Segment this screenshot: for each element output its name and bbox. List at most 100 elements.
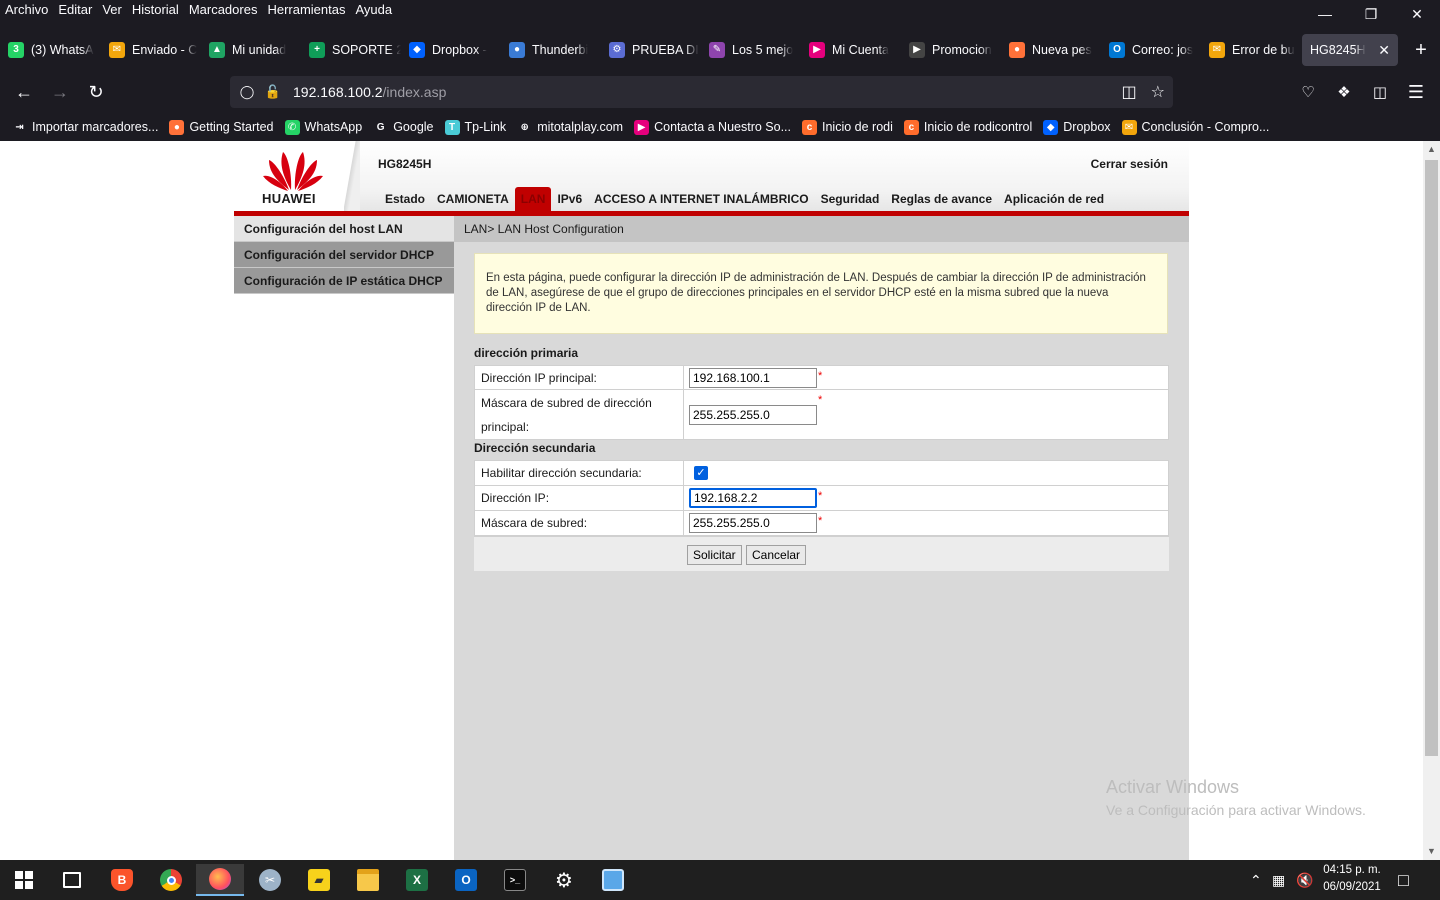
firefox-icon[interactable] xyxy=(196,864,244,896)
menu-herramientas[interactable]: Herramientas xyxy=(262,0,350,19)
bookmark-item[interactable]: ◆ Dropbox xyxy=(1043,119,1111,135)
translate-icon[interactable]: ◫ xyxy=(1122,82,1137,102)
side-nav-item[interactable]: Configuración del host LAN xyxy=(234,216,454,242)
network-icon[interactable]: ▦ xyxy=(1272,860,1285,900)
primary-ip-label: Dirección IP principal: xyxy=(475,366,684,389)
browser-tab[interactable]: ✎ Los 5 mejo xyxy=(709,34,801,66)
snipping-tool-icon[interactable]: ✂ xyxy=(246,864,294,896)
browser-tab[interactable]: + SOPORTE 2 xyxy=(309,34,401,66)
browser-tab[interactable]: ● Nueva pes xyxy=(1009,34,1101,66)
tab-label: PRUEBA DI xyxy=(632,43,699,57)
menu-marcadores[interactable]: Marcadores xyxy=(184,0,263,19)
primary-ip-input[interactable] xyxy=(689,367,817,388)
menu-historial[interactable]: Historial xyxy=(127,0,184,19)
address-bar[interactable]: ◯ 🔓 192.168.100.2/index.asp ◫ ☆ xyxy=(230,76,1173,108)
bookmark-item[interactable]: T Tp-Link xyxy=(444,119,506,135)
scroll-up-icon[interactable]: ▲ xyxy=(1423,141,1440,158)
enable-secondary-checkbox[interactable]: ✓ xyxy=(694,466,708,480)
forward-icon[interactable]: → xyxy=(46,78,74,106)
side-nav-item[interactable]: Configuración de IP estática DHCP xyxy=(234,268,454,294)
file-explorer-icon[interactable] xyxy=(344,864,392,896)
bookmark-item[interactable]: G Google xyxy=(373,120,434,135)
router-nav-seguridad[interactable]: Seguridad xyxy=(815,187,886,211)
bookmark-item[interactable]: ▶ Contacta a Nuestro So... xyxy=(634,119,791,135)
menu-archivo[interactable]: Archivo xyxy=(0,0,53,19)
browser-tab[interactable]: ▲ Mi unidad xyxy=(209,34,301,66)
browser-chrome: Archivo Editar Ver Historial Marcadores Herra… xyxy=(0,0,1440,141)
bookmark-item[interactable]: c Inicio de rodicontrol xyxy=(903,119,1032,135)
translator-extension-icon[interactable]: ◫ xyxy=(1366,78,1394,106)
tracking-protection-icon[interactable]: ◯ xyxy=(239,84,255,100)
control-panel-icon[interactable] xyxy=(589,864,637,896)
system-clock[interactable]: 04:15 p. m. 06/09/2021 xyxy=(1316,862,1388,896)
sticky-notes-icon[interactable]: ▰ xyxy=(295,864,343,896)
bookmark-item[interactable]: c Inicio de rodi xyxy=(802,119,893,135)
excel-icon[interactable]: X xyxy=(393,864,441,896)
hamburger-menu-icon[interactable]: ☰ xyxy=(1402,78,1430,106)
reload-icon[interactable]: ↻ xyxy=(82,78,110,106)
mail-icon: ✉ xyxy=(109,42,125,58)
navigation-bar: ← → ↻ ◯ 🔓 192.168.100.2/index.asp ◫ ☆ ♡ … xyxy=(0,72,1440,112)
activation-watermark-title: Activar Windows xyxy=(1106,777,1240,797)
bookmark-star-icon[interactable]: ☆ xyxy=(1151,82,1165,102)
scroll-down-icon[interactable]: ▼ xyxy=(1423,843,1440,860)
bookmark-item[interactable]: ✉ Conclusión - Compro... xyxy=(1121,119,1270,135)
secondary-ip-input[interactable] xyxy=(689,488,817,508)
start-button[interactable] xyxy=(0,864,48,896)
menu-ayuda[interactable]: Ayuda xyxy=(350,0,397,19)
secondary-mask-input[interactable] xyxy=(689,513,817,533)
bookmark-item[interactable]: ⊕ mitotalplay.com xyxy=(517,120,623,135)
router-nav-ipv6[interactable]: IPv6 xyxy=(551,187,588,211)
breadcrumb: LAN> LAN Host Configuration xyxy=(454,216,1189,242)
close-window-icon[interactable]: ✕ xyxy=(1394,0,1440,28)
pocket-icon[interactable]: ♡ xyxy=(1294,78,1322,106)
primary-address-heading: dirección primaria xyxy=(474,346,579,360)
restore-icon[interactable]: ❐ xyxy=(1348,0,1394,28)
apply-button[interactable]: Solicitar xyxy=(687,545,742,565)
logout-link[interactable]: Cerrar sesión xyxy=(1091,157,1168,171)
task-view-icon[interactable] xyxy=(48,864,96,896)
browser-tab[interactable]: O Correo: jos xyxy=(1109,34,1201,66)
scroll-thumb[interactable] xyxy=(1425,160,1438,756)
show-hidden-icons-icon[interactable]: ⌃ xyxy=(1250,860,1262,900)
back-icon[interactable]: ← xyxy=(10,78,38,106)
cancel-button[interactable]: Cancelar xyxy=(746,545,807,565)
browser-tab[interactable]: ▶ Promocion xyxy=(909,34,1001,66)
chrome-icon[interactable] xyxy=(147,864,195,896)
router-nav-camioneta[interactable]: CAMIONETA xyxy=(431,187,515,211)
brave-icon[interactable]: B xyxy=(98,864,146,896)
terminal-icon[interactable]: >_ xyxy=(491,864,539,896)
minimize-icon[interactable]: — xyxy=(1302,0,1348,28)
side-nav-item[interactable]: Configuración del servidor DHCP xyxy=(234,242,454,268)
insecure-lock-icon[interactable]: 🔓 xyxy=(265,84,281,100)
notifications-icon[interactable]: □ xyxy=(1398,860,1409,900)
browser-tab[interactable]: ▶ Mi Cuenta xyxy=(809,34,901,66)
outlook-icon[interactable]: O xyxy=(442,864,490,896)
bookmark-item[interactable]: ● Getting Started xyxy=(169,119,274,135)
browser-tab[interactable]: 3 (3) WhatsA xyxy=(8,34,100,66)
primary-address-table: Dirección IP principal: * Máscara de sub… xyxy=(474,365,1169,440)
settings-gear-icon[interactable]: ⚙ xyxy=(540,864,588,896)
browser-tab[interactable]: ✉ Error de bu xyxy=(1209,34,1301,66)
close-tab-icon[interactable]: ✕ xyxy=(1368,42,1390,59)
volume-muted-icon[interactable]: 🔇 xyxy=(1296,860,1313,900)
router-nav-reglas-de-avance[interactable]: Reglas de avance xyxy=(885,187,998,211)
browser-tab[interactable]: ● Thunderbi xyxy=(509,34,601,66)
bookmark-item[interactable]: ✆ WhatsApp xyxy=(284,119,362,135)
browser-tab-active[interactable]: HG8245H ✕ xyxy=(1302,34,1398,66)
browser-tab[interactable]: ◆ Dropbox - xyxy=(409,34,501,66)
menu-editar[interactable]: Editar xyxy=(53,0,97,19)
browser-tab[interactable]: ✉ Enviado - C xyxy=(109,34,201,66)
page-scrollbar[interactable]: ▲ ▼ xyxy=(1423,141,1440,860)
primary-mask-input[interactable] xyxy=(689,404,817,425)
router-nav-acceso-a-internet-inal-mbrico[interactable]: ACCESO A INTERNET INALÁMBRICO xyxy=(588,187,814,211)
router-nav-lan[interactable]: LAN xyxy=(514,187,552,211)
router-nav-aplicaci-n-de-red[interactable]: Aplicación de red xyxy=(998,187,1110,211)
bookmark-label: Conclusión - Compro... xyxy=(1141,120,1270,134)
menu-ver[interactable]: Ver xyxy=(97,0,127,19)
url-text[interactable]: 192.168.100.2/index.asp xyxy=(293,84,446,100)
extension-icon[interactable]: ❖ xyxy=(1330,78,1358,106)
browser-tab[interactable]: ⚙ PRUEBA DI xyxy=(609,34,701,66)
router-nav-estado[interactable]: Estado xyxy=(379,187,431,211)
bookmark-item[interactable]: ⇥ Importar marcadores... xyxy=(12,120,158,135)
